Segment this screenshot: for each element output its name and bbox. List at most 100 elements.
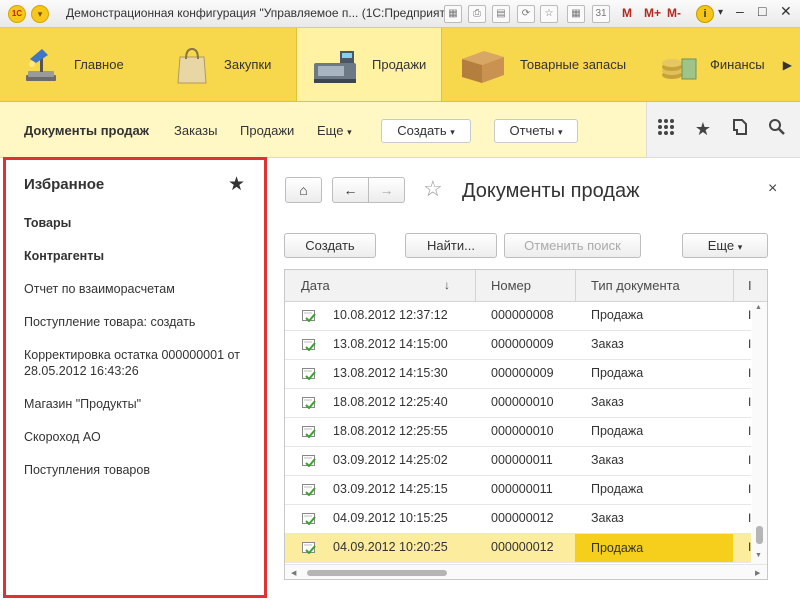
create-button[interactable]: Создать xyxy=(284,233,376,258)
horizontal-scrollbar[interactable]: ◀ ▶ xyxy=(285,564,767,579)
command-sales-documents[interactable]: Документы продаж xyxy=(24,123,149,138)
star-icon[interactable]: ★ xyxy=(228,173,245,196)
favorite-icon[interactable]: ☆ xyxy=(540,5,558,23)
main-menu-button[interactable]: ▾ xyxy=(31,5,49,23)
favorite-item[interactable]: Поступление товара: создать xyxy=(24,314,254,330)
cell-date: 03.09.2012 14:25:02 xyxy=(333,453,448,467)
table-row[interactable]: 13.08.2012 14:15:00 000000009 Заказ I xyxy=(285,331,751,360)
cell-number: 000000011 xyxy=(491,453,553,467)
chevron-down-icon: ▾ xyxy=(737,242,743,252)
posted-document-icon xyxy=(302,339,316,351)
minimize-icon[interactable]: – xyxy=(736,3,744,19)
section-inventory[interactable]: Товарные запасы xyxy=(458,28,626,101)
column-header-type[interactable]: Тип документа xyxy=(591,278,680,293)
cell-date: 18.08.2012 12:25:55 xyxy=(333,424,448,438)
cell-number: 000000010 xyxy=(491,424,554,438)
memory-minus-button[interactable]: M- xyxy=(667,6,681,20)
reports-menu-label: Отчеты xyxy=(509,123,555,138)
history-icon[interactable] xyxy=(729,118,751,140)
favorite-item[interactable]: Скороход АО xyxy=(24,429,254,445)
form-close-icon[interactable]: × xyxy=(768,180,777,198)
column-separator xyxy=(733,270,734,302)
cell-cut: I xyxy=(748,540,752,554)
column-header-date[interactable]: Дата xyxy=(301,278,330,293)
memory-plus-button[interactable]: M+ xyxy=(644,6,661,20)
column-separator xyxy=(575,270,576,302)
favorite-item[interactable]: Отчет по взаиморасчетам xyxy=(24,281,254,297)
favorite-item[interactable]: Поступления товаров xyxy=(24,462,254,478)
cell-type: Заказ xyxy=(591,337,624,351)
section-purchases-label: Закупки xyxy=(224,57,272,72)
vertical-scrollbar[interactable]: ▲ ▼ xyxy=(752,302,767,564)
command-sales[interactable]: Продажи xyxy=(240,123,294,138)
maximize-icon[interactable]: □ xyxy=(758,3,766,19)
cell-date: 03.09.2012 14:25:15 xyxy=(333,482,448,496)
section-inventory-label: Товарные запасы xyxy=(520,57,627,72)
home-button[interactable]: ⌂ xyxy=(285,177,322,203)
scroll-down-icon[interactable]: ▼ xyxy=(755,552,762,559)
grid-menu-icon[interactable] xyxy=(655,118,677,140)
section-finance[interactable]: Финансы xyxy=(658,28,765,101)
scroll-right-icon[interactable]: ▶ xyxy=(755,569,760,577)
print-icon[interactable]: ⎙ xyxy=(468,5,486,23)
info-icon[interactable]: i xyxy=(696,5,714,23)
section-main[interactable]: Главное xyxy=(22,28,124,101)
cell-type: Продажа xyxy=(575,534,733,562)
print-preview-icon[interactable]: ▤ xyxy=(492,5,510,23)
table-row[interactable]: 13.08.2012 14:15:30 000000009 Продажа I xyxy=(285,360,751,389)
cell-date: 04.09.2012 10:15:25 xyxy=(333,511,448,525)
table-row[interactable]: 18.08.2012 12:25:55 000000010 Продажа I xyxy=(285,418,751,447)
table-row[interactable]: 04.09.2012 10:15:25 000000012 Заказ I xyxy=(285,505,751,534)
form-more-label: Еще xyxy=(707,238,735,253)
scroll-up-icon[interactable]: ▲ xyxy=(755,304,762,311)
memory-button[interactable]: M xyxy=(622,6,632,20)
posted-document-icon xyxy=(302,368,316,380)
form-more-button[interactable]: Еще ▾ xyxy=(682,233,768,258)
table-row[interactable]: 18.08.2012 12:25:40 000000010 Заказ I xyxy=(285,389,751,418)
cell-cut: I xyxy=(748,308,752,322)
search-icon[interactable] xyxy=(766,118,788,140)
sections-scroll-right-icon[interactable]: ▶ xyxy=(783,58,792,72)
table-row[interactable]: 03.09.2012 14:25:15 000000011 Продажа I xyxy=(285,476,751,505)
table-row[interactable]: 03.09.2012 14:25:02 000000011 Заказ I xyxy=(285,447,751,476)
favorites-star-icon[interactable]: ★ xyxy=(692,118,714,140)
close-icon[interactable]: ✕ xyxy=(780,3,792,20)
add-to-favorites-star-icon[interactable]: ☆ xyxy=(423,176,443,202)
forward-button[interactable]: → xyxy=(368,177,405,203)
refresh-icon[interactable]: ⟳ xyxy=(517,5,535,23)
vertical-scroll-thumb[interactable] xyxy=(756,526,763,544)
cell-date: 10.08.2012 12:37:12 xyxy=(333,308,448,322)
sort-descending-icon[interactable]: ↓ xyxy=(444,278,450,292)
reports-menu-button[interactable]: Отчеты ▾ xyxy=(494,119,578,143)
horizontal-scroll-thumb[interactable] xyxy=(307,570,447,576)
cancel-search-button[interactable]: Отменить поиск xyxy=(504,233,641,258)
calculator-icon[interactable]: ▦ xyxy=(567,5,585,23)
find-button[interactable]: Найти... xyxy=(405,233,497,258)
posted-document-icon xyxy=(302,310,316,322)
chevron-down-icon: ▾ xyxy=(450,127,455,137)
info-dropdown-icon[interactable]: ▾ xyxy=(718,7,723,18)
create-menu-button[interactable]: Создать ▾ xyxy=(381,119,471,143)
save-icon[interactable]: ▦ xyxy=(444,5,462,23)
favorite-item[interactable]: Магазин "Продукты" xyxy=(24,396,254,412)
table-row[interactable]: 10.08.2012 12:37:12 000000008 Продажа I xyxy=(285,302,751,331)
cell-number: 000000011 xyxy=(491,482,553,496)
favorite-item[interactable]: Корректировка остатка 000000001 от 28.05… xyxy=(24,347,254,379)
favorite-item[interactable]: Товары xyxy=(24,215,254,231)
command-more[interactable]: Еще ▾ xyxy=(317,123,352,138)
section-purchases[interactable]: Закупки xyxy=(172,28,271,101)
section-sales[interactable]: Продажи xyxy=(296,28,442,101)
table-row[interactable]: 04.09.2012 10:20:25 000000012 Продажа I xyxy=(285,534,751,563)
command-orders[interactable]: Заказы xyxy=(174,123,217,138)
posted-document-icon xyxy=(302,513,316,525)
favorite-item[interactable]: Контрагенты xyxy=(24,248,254,264)
scroll-left-icon[interactable]: ◀ xyxy=(291,569,296,577)
shopping-bag-icon xyxy=(172,45,212,85)
cell-cut: I xyxy=(748,453,752,467)
arrow-right-icon: → xyxy=(379,182,394,198)
calendar-icon[interactable]: 31 xyxy=(592,5,610,23)
cell-type: Заказ xyxy=(591,395,624,409)
section-finance-label: Финансы xyxy=(710,57,765,72)
back-button[interactable]: ← xyxy=(332,177,369,203)
column-header-number[interactable]: Номер xyxy=(491,278,531,293)
